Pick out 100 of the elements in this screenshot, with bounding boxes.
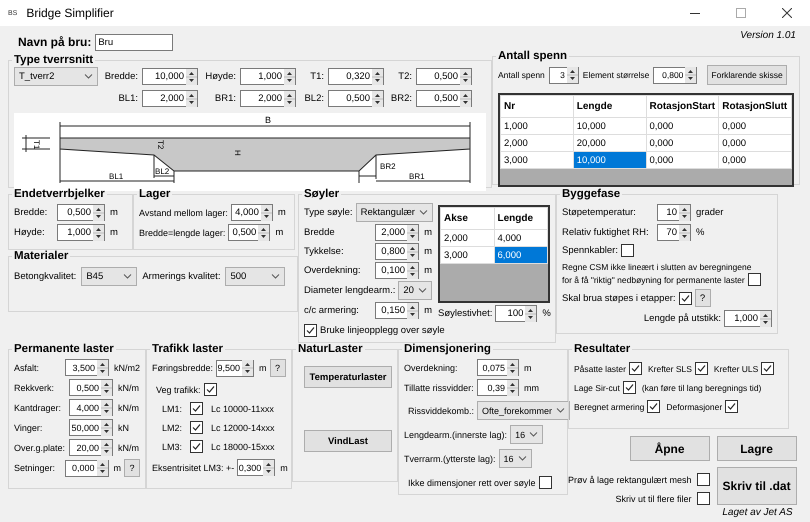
- number-spinner[interactable]: 10,000: [142, 68, 198, 85]
- table-cell[interactable]: 10,000: [573, 152, 646, 168]
- load-button[interactable]: VindLast: [304, 430, 392, 452]
- checkbox[interactable]: [190, 440, 204, 453]
- open-button[interactable]: Åpne: [630, 436, 710, 461]
- spin-arrows-icon[interactable]: [284, 90, 295, 106]
- number-spinner[interactable]: 1,000: [724, 310, 772, 327]
- number-spinner[interactable]: 3: [548, 66, 579, 84]
- spin-arrows-icon[interactable]: [101, 400, 112, 416]
- number-spinner[interactable]: 1,000: [57, 224, 105, 241]
- table-cell[interactable]: 10,000: [573, 118, 646, 134]
- spin-arrows-icon[interactable]: [685, 67, 696, 83]
- number-spinner[interactable]: 0,500: [228, 224, 270, 241]
- number-spinner[interactable]: 20,00: [69, 439, 113, 456]
- spin-arrows-icon[interactable]: [407, 262, 418, 278]
- close-icon[interactable]: [782, 8, 792, 18]
- help-button[interactable]: ?: [270, 359, 286, 377]
- spin-arrows-icon[interactable]: [186, 90, 197, 106]
- spin-arrows-icon[interactable]: [372, 68, 383, 84]
- number-spinner[interactable]: 0,500: [328, 90, 384, 107]
- number-spinner[interactable]: 0,800: [375, 243, 420, 260]
- spin-arrows-icon[interactable]: [460, 68, 471, 84]
- spin-arrows-icon[interactable]: [101, 420, 112, 436]
- checkbox[interactable]: [620, 244, 634, 257]
- number-spinner[interactable]: 0,150: [375, 302, 420, 319]
- checkbox[interactable]: [647, 400, 660, 413]
- spin-arrows-icon[interactable]: [263, 460, 274, 476]
- dropdown[interactable]: B45: [81, 267, 138, 286]
- checkbox[interactable]: [204, 383, 217, 396]
- spin-arrows-icon[interactable]: [101, 440, 112, 456]
- save-button[interactable]: Lagre: [716, 436, 797, 461]
- table-cell[interactable]: 0,000: [718, 118, 792, 134]
- table-cell[interactable]: 2,000: [500, 134, 574, 152]
- spin-arrows-icon[interactable]: [260, 204, 272, 220]
- number-spinner[interactable]: 3,500: [64, 359, 109, 376]
- number-spinner[interactable]: 4,000: [69, 399, 113, 416]
- number-spinner[interactable]: 50,000: [69, 419, 113, 436]
- checkbox[interactable]: [725, 400, 738, 413]
- number-spinner[interactable]: 0,500: [416, 68, 472, 85]
- checkbox[interactable]: [628, 362, 642, 375]
- spin-arrows-icon[interactable]: [258, 224, 270, 240]
- spin-arrows-icon[interactable]: [93, 224, 104, 240]
- data-grid[interactable]: Nr Lengde RotasjonStart RotasjonSlutt 1,000 10,000 0,000 0,000 2,000 20,000 0,000 0,000 3,000 10,000 0,000 0,000: [498, 93, 794, 187]
- number-spinner[interactable]: 0,800: [653, 66, 698, 84]
- spin-arrows-icon[interactable]: [242, 360, 254, 376]
- number-spinner[interactable]: 0,39: [477, 379, 519, 396]
- checkbox[interactable]: [304, 324, 317, 337]
- number-spinner[interactable]: 70: [657, 224, 691, 241]
- dropdown[interactable]: Rektangulær: [356, 203, 433, 222]
- sketch-button[interactable]: Forklarende skisse: [707, 65, 787, 85]
- spin-arrows-icon[interactable]: [566, 67, 578, 83]
- number-spinner[interactable]: 100: [495, 305, 538, 322]
- checkbox[interactable]: [538, 476, 552, 489]
- spin-arrows-icon[interactable]: [284, 68, 295, 84]
- table-cell[interactable]: 2,000: [440, 230, 494, 246]
- checkbox[interactable]: [678, 292, 692, 304]
- number-spinner[interactable]: 0,075: [477, 359, 519, 376]
- checkbox[interactable]: [748, 273, 761, 286]
- input-field[interactable]: Bru: [95, 34, 174, 50]
- dropdown[interactable]: 500: [225, 267, 286, 286]
- checkbox[interactable]: [694, 362, 708, 375]
- spin-arrows-icon[interactable]: [96, 360, 108, 376]
- spin-arrows-icon[interactable]: [101, 380, 112, 396]
- spin-arrows-icon[interactable]: [407, 302, 418, 318]
- help-button[interactable]: ?: [124, 459, 140, 477]
- number-spinner[interactable]: 0,100: [375, 262, 420, 279]
- spin-arrows-icon[interactable]: [679, 224, 690, 240]
- checkbox[interactable]: [696, 492, 710, 505]
- spin-arrows-icon[interactable]: [525, 306, 536, 322]
- table-cell[interactable]: 0,000: [718, 134, 792, 152]
- number-spinner[interactable]: 0,500: [57, 204, 105, 221]
- dropdown[interactable]: Ofte_forekommer: [477, 401, 570, 420]
- spin-arrows-icon[interactable]: [93, 204, 104, 220]
- checkbox[interactable]: [761, 362, 774, 375]
- spin-arrows-icon[interactable]: [407, 244, 418, 260]
- dropdown[interactable]: T_tverr2: [14, 67, 98, 86]
- spin-arrows-icon[interactable]: [186, 68, 197, 84]
- spin-arrows-icon[interactable]: [460, 90, 471, 106]
- number-spinner[interactable]: 2,000: [240, 90, 296, 107]
- number-spinner[interactable]: 1,000: [240, 68, 296, 85]
- table-cell[interactable]: 0,000: [646, 134, 719, 152]
- number-spinner[interactable]: 0,500: [69, 379, 113, 396]
- number-spinner[interactable]: 4,000: [230, 204, 273, 221]
- table-cell[interactable]: 1,000: [500, 118, 574, 134]
- number-spinner[interactable]: 9,500: [216, 360, 254, 376]
- checkbox[interactable]: [190, 402, 204, 415]
- help-button[interactable]: ?: [694, 289, 711, 307]
- number-spinner[interactable]: 0,500: [416, 90, 472, 107]
- dropdown[interactable]: 20: [398, 281, 432, 300]
- write-button[interactable]: Skriv til .dat: [716, 467, 797, 505]
- checkbox[interactable]: [622, 381, 636, 394]
- spin-arrows-icon[interactable]: [96, 460, 108, 476]
- number-spinner[interactable]: 0,320: [328, 68, 384, 85]
- checkbox[interactable]: [190, 421, 204, 434]
- data-grid[interactable]: Akse Lengde 2,000 4,000 3,000 6,000: [438, 205, 550, 303]
- minimize-icon[interactable]: [690, 12, 700, 14]
- number-spinner[interactable]: 10: [657, 204, 691, 221]
- number-spinner[interactable]: 2,000: [142, 90, 198, 107]
- spin-arrows-icon[interactable]: [507, 360, 518, 376]
- number-spinner[interactable]: 2,000: [375, 224, 420, 241]
